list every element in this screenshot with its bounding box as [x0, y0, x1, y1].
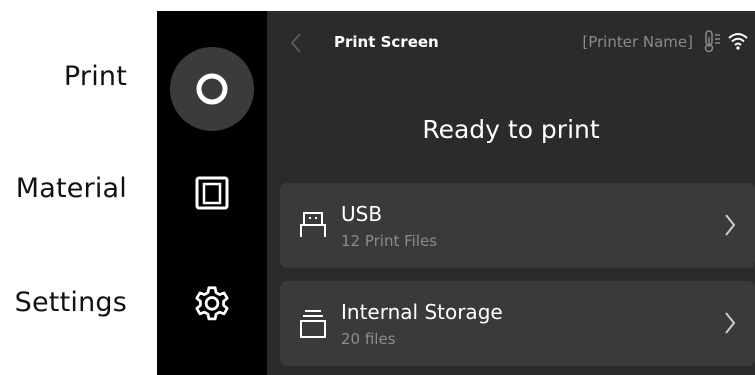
nav-item-settings[interactable] — [170, 263, 254, 347]
annotation-print: Print — [63, 61, 127, 92]
annotation-settings: Settings — [14, 287, 127, 318]
status-heading: Ready to print — [422, 115, 600, 144]
wifi-icon — [727, 31, 749, 55]
source-card-internal-storage[interactable]: Internal Storage 20 files — [280, 281, 755, 366]
source-subtitle: 12 Print Files — [341, 232, 438, 250]
nav-item-print[interactable] — [170, 47, 254, 131]
nav-item-material[interactable] — [170, 151, 254, 235]
thermometer-icon — [703, 29, 723, 57]
ring-icon — [196, 73, 228, 105]
main-screen: Print Screen [Printer Name] Ready to pri… — [267, 11, 755, 375]
annotation-material: Material — [15, 173, 127, 204]
usb-drive-icon — [300, 209, 326, 245]
chevron-right-icon — [723, 309, 737, 341]
back-button[interactable] — [289, 31, 303, 59]
chevron-right-icon — [723, 211, 737, 243]
device-screen: Print Screen [Printer Name] Ready to pri… — [157, 11, 755, 375]
chevron-left-icon — [290, 33, 301, 53]
page-title: Print Screen — [334, 33, 439, 51]
source-card-usb[interactable]: USB 12 Print Files — [280, 183, 755, 268]
nav-rail — [157, 11, 267, 375]
source-title: USB — [341, 202, 383, 226]
square-frame-icon — [195, 176, 229, 210]
gear-icon — [195, 286, 229, 321]
top-bar: Print Screen [Printer Name] — [267, 11, 755, 73]
storage-stack-icon — [300, 307, 326, 343]
source-title: Internal Storage — [341, 300, 503, 324]
printer-name: [Printer Name] — [582, 33, 693, 51]
source-subtitle: 20 files — [341, 330, 396, 348]
